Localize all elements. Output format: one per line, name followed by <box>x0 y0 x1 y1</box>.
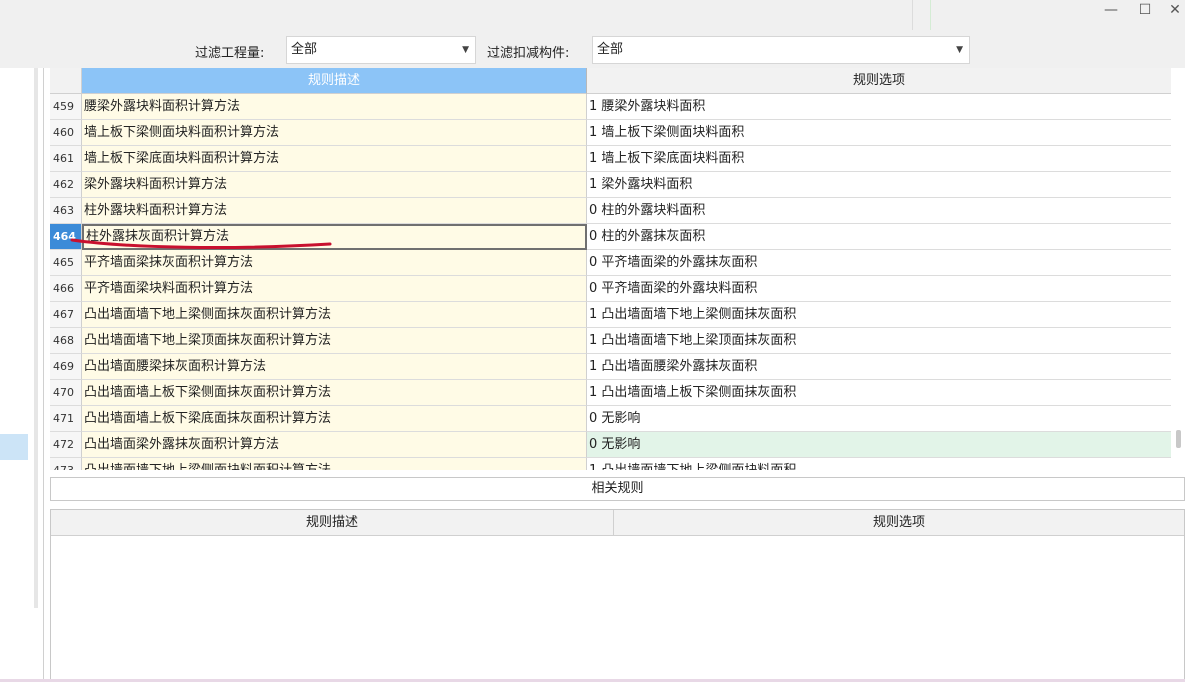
rule-option[interactable]: 1 凸出墙面墙上板下梁侧面抹灰面积 <box>587 380 1171 406</box>
rule-option[interactable]: 0 无影响 <box>587 432 1171 458</box>
row-number: 460 <box>50 120 82 146</box>
desc-column-header[interactable]: 规则描述 <box>82 68 587 94</box>
row-number: 463 <box>50 198 82 224</box>
row-number: 471 <box>50 406 82 432</box>
quantity-filter-label: 过滤工程量: <box>195 46 265 61</box>
row-number: 468 <box>50 328 82 354</box>
table-row[interactable]: 470 凸出墙面墙上板下梁侧面抹灰面积计算方法 1 凸出墙面墙上板下梁侧面抹灰面… <box>50 380 1171 406</box>
title-divider <box>912 0 913 30</box>
rule-option[interactable]: 0 平齐墙面梁的外露块料面积 <box>587 276 1171 302</box>
deduct-filter-select[interactable]: 全部 ▼ <box>592 36 970 64</box>
rule-description[interactable]: 凸出墙面梁外露抹灰面积计算方法 <box>82 432 587 458</box>
row-number: 472 <box>50 432 82 458</box>
deduct-filter-label: 过滤扣减构件: <box>487 46 570 61</box>
related-desc-header[interactable]: 规则描述 <box>51 510 614 536</box>
rule-description[interactable]: 墙上板下梁底面块料面积计算方法 <box>82 146 587 172</box>
rule-option[interactable]: 1 凸出墙面墙下地上梁侧面抹灰面积 <box>587 302 1171 328</box>
left-selected-item[interactable] <box>0 434 28 460</box>
table-row[interactable]: 466 平齐墙面梁块料面积计算方法 0 平齐墙面梁的外露块料面积 <box>50 276 1171 302</box>
rule-option[interactable]: 1 凸出墙面墙下地上梁顶面抹灰面积 <box>587 328 1171 354</box>
rule-option[interactable]: 1 凸出墙面墙下地上梁侧面块料面积 <box>587 458 1171 470</box>
left-tree-panel <box>0 68 44 682</box>
table-row[interactable]: 461 墙上板下梁底面块料面积计算方法 1 墙上板下梁底面块料面积 <box>50 146 1171 172</box>
row-number: 459 <box>50 94 82 120</box>
title-bar: — ☐ ✕ <box>0 0 1185 30</box>
table-row[interactable]: 459 腰梁外露块料面积计算方法 1 腰梁外露块料面积 <box>50 94 1171 120</box>
table-row[interactable]: 460 墙上板下梁侧面块料面积计算方法 1 墙上板下梁侧面块料面积 <box>50 120 1171 146</box>
rule-description[interactable]: 平齐墙面梁块料面积计算方法 <box>82 276 587 302</box>
table-row-selected[interactable]: 464 柱外露抹灰面积计算方法 0 柱的外露抹灰面积 <box>50 224 1171 250</box>
table-row[interactable]: 465 平齐墙面梁抹灰面积计算方法 0 平齐墙面梁的外露抹灰面积 <box>50 250 1171 276</box>
row-number: 461 <box>50 146 82 172</box>
rule-option[interactable]: 0 柱的外露块料面积 <box>587 198 1171 224</box>
chevron-down-icon: ▼ <box>956 45 963 55</box>
related-rules-grid: 规则描述 规则选项 <box>50 509 1185 682</box>
close-button[interactable]: ✕ <box>1163 0 1185 22</box>
table-row[interactable]: 469 凸出墙面腰梁抹灰面积计算方法 1 凸出墙面腰梁外露抹灰面积 <box>50 354 1171 380</box>
title-divider-green <box>930 0 931 30</box>
rule-description[interactable]: 凸出墙面腰梁抹灰面积计算方法 <box>82 354 587 380</box>
rule-description[interactable]: 腰梁外露块料面积计算方法 <box>82 94 587 120</box>
row-number: 467 <box>50 302 82 328</box>
related-option-header[interactable]: 规则选项 <box>614 510 1184 536</box>
quantity-filter-value: 全部 <box>291 42 318 57</box>
option-column-header[interactable]: 规则选项 <box>587 68 1171 94</box>
deduct-filter-value: 全部 <box>597 42 624 57</box>
row-number: 462 <box>50 172 82 198</box>
row-number: 473 <box>50 458 82 470</box>
row-number: 470 <box>50 380 82 406</box>
rule-description[interactable]: 梁外露块料面积计算方法 <box>82 172 587 198</box>
rule-option[interactable]: 1 腰梁外露块料面积 <box>587 94 1171 120</box>
table-row[interactable]: 471 凸出墙面墙上板下梁底面抹灰面积计算方法 0 无影响 <box>50 406 1171 432</box>
rule-description[interactable]: 墙上板下梁侧面块料面积计算方法 <box>82 120 587 146</box>
rule-description[interactable]: 柱外露块料面积计算方法 <box>82 198 587 224</box>
filter-bar: 过滤工程量: 全部 ▼ 过滤扣减构件: 全部 ▼ <box>0 30 1185 68</box>
quantity-filter-select[interactable]: 全部 ▼ <box>286 36 476 64</box>
maximize-button[interactable]: ☐ <box>1133 0 1157 22</box>
left-scrollbar[interactable] <box>34 68 38 608</box>
table-row[interactable]: 467 凸出墙面墙下地上梁侧面抹灰面积计算方法 1 凸出墙面墙下地上梁侧面抹灰面… <box>50 302 1171 328</box>
rule-option[interactable]: 0 平齐墙面梁的外露抹灰面积 <box>587 250 1171 276</box>
rule-option[interactable]: 1 梁外露块料面积 <box>587 172 1171 198</box>
rule-description[interactable]: 平齐墙面梁抹灰面积计算方法 <box>82 250 587 276</box>
row-number: 464 <box>50 224 82 250</box>
rule-description[interactable]: 凸出墙面墙下地上梁侧面块料面积计算方法 <box>82 458 587 470</box>
table-row[interactable]: 462 梁外露块料面积计算方法 1 梁外露块料面积 <box>50 172 1171 198</box>
rule-option[interactable]: 1 墙上板下梁底面块料面积 <box>587 146 1171 172</box>
rule-description[interactable]: 凸出墙面墙下地上梁顶面抹灰面积计算方法 <box>82 328 587 354</box>
chevron-down-icon: ▼ <box>462 45 469 55</box>
rule-description[interactable]: 凸出墙面墙上板下梁底面抹灰面积计算方法 <box>82 406 587 432</box>
row-number-header <box>50 68 82 94</box>
table-row[interactable]: 468 凸出墙面墙下地上梁顶面抹灰面积计算方法 1 凸出墙面墙下地上梁顶面抹灰面… <box>50 328 1171 354</box>
row-number: 466 <box>50 276 82 302</box>
row-number: 465 <box>50 250 82 276</box>
related-rules-title: 相关规则 <box>50 477 1185 501</box>
row-number: 469 <box>50 354 82 380</box>
rule-option[interactable]: 0 无影响 <box>587 406 1171 432</box>
table-row-partial[interactable]: 473 凸出墙面墙下地上梁侧面块料面积计算方法 1 凸出墙面墙下地上梁侧面块料面… <box>50 458 1171 470</box>
table-row[interactable]: 463 柱外露块料面积计算方法 0 柱的外露块料面积 <box>50 198 1171 224</box>
table-row[interactable]: 472 凸出墙面梁外露抹灰面积计算方法 0 无影响 <box>50 432 1171 458</box>
rules-grid: 规则描述 规则选项 459 腰梁外露块料面积计算方法 1 腰梁外露块料面积 46… <box>50 68 1171 470</box>
minimize-button[interactable]: — <box>1099 0 1123 22</box>
rule-description[interactable]: 柱外露抹灰面积计算方法 <box>82 224 587 250</box>
rule-description[interactable]: 凸出墙面墙下地上梁侧面抹灰面积计算方法 <box>82 302 587 328</box>
rule-option[interactable]: 1 墙上板下梁侧面块料面积 <box>587 120 1171 146</box>
rule-description[interactable]: 凸出墙面墙上板下梁侧面抹灰面积计算方法 <box>82 380 587 406</box>
rule-option[interactable]: 1 凸出墙面腰梁外露抹灰面积 <box>587 354 1171 380</box>
grid-scrollbar-thumb[interactable] <box>1176 430 1181 448</box>
rule-option[interactable]: 0 柱的外露抹灰面积 <box>587 224 1171 250</box>
